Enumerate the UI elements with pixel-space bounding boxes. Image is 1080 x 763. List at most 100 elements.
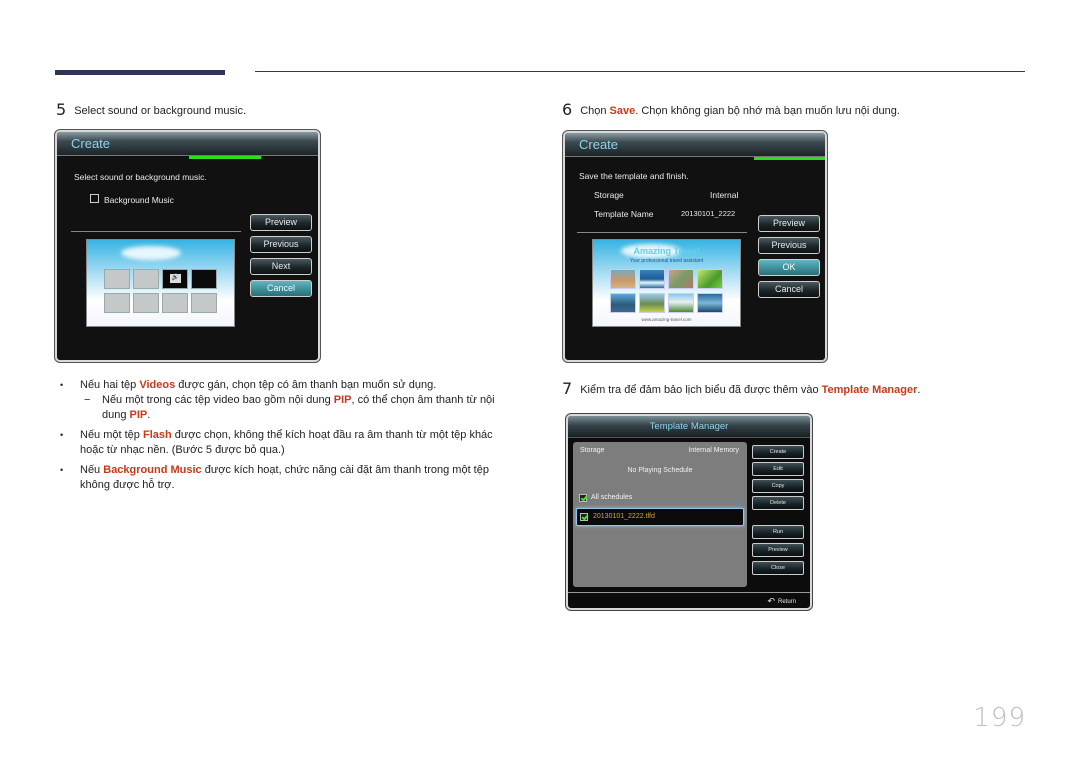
dialog-title: Create xyxy=(71,136,111,151)
cloud-decoration xyxy=(121,246,181,260)
footer-divider xyxy=(568,592,810,593)
notes-list: • Nếu hai tệp Videos được gán, chọn tệp … xyxy=(58,378,508,498)
sub-note: − Nếu một trong các tệp video bao gồm nộ… xyxy=(80,393,508,423)
note-highlight: PIP xyxy=(129,409,148,421)
content-tile xyxy=(104,293,130,313)
template-name-value[interactable]: 20130101_2222 xyxy=(681,209,735,218)
preview-subtitle: Your professional travel assistant xyxy=(629,258,704,264)
note-highlight: PIP xyxy=(333,394,352,406)
travel-photo xyxy=(697,293,723,313)
travel-photo xyxy=(639,269,665,289)
note-item: • Nếu một tệp Flash được chọn, không thể… xyxy=(58,428,508,458)
dialog-title: Create xyxy=(579,137,619,152)
content-tile xyxy=(191,293,217,313)
create-button[interactable]: Create xyxy=(752,445,804,459)
copy-button[interactable]: Copy xyxy=(752,479,804,493)
template-manager-dialog: Template Manager Storage Internal Memory… xyxy=(566,414,812,610)
delete-button[interactable]: Delete xyxy=(752,496,804,510)
preview-button[interactable]: Preview xyxy=(250,214,312,231)
highlight-save: Save xyxy=(609,105,636,117)
sound-icon: 🔊 xyxy=(170,274,181,283)
all-schedules-checkbox[interactable] xyxy=(579,494,587,502)
travel-photo xyxy=(610,293,636,313)
travel-photo xyxy=(668,269,694,289)
note-highlight: Videos xyxy=(139,379,176,391)
note-highlight: Flash xyxy=(142,429,172,441)
step-text: . xyxy=(917,384,921,396)
previous-button[interactable]: Previous xyxy=(250,236,312,253)
step-6: 6 Chọn Save. Chọn không gian bộ nhớ mà bạ… xyxy=(562,100,900,119)
step-7: 7 Kiểm tra để đảm bảo lịch biểu đã được t… xyxy=(562,379,920,398)
dash-icon: − xyxy=(84,394,91,406)
close-button[interactable]: Close xyxy=(752,561,804,575)
schedule-list-panel: Storage Internal Memory No Playing Sched… xyxy=(573,442,747,587)
content-tile xyxy=(133,269,159,289)
content-tile xyxy=(133,293,159,313)
highlight-template-manager: Template Manager xyxy=(821,384,918,396)
note-text: Nếu một tệp xyxy=(80,429,143,441)
create-dialog-save: Create Save the template and finish. Sto… xyxy=(563,131,827,362)
preview-url: www.amazing-travel.com xyxy=(641,317,692,322)
note-highlight: Background Music xyxy=(103,464,202,476)
dialog-title: Template Manager xyxy=(649,421,729,432)
step-text: Chọn xyxy=(580,105,610,117)
dialog-instruction: Select sound or background music. xyxy=(74,172,207,182)
bullet-icon: • xyxy=(60,430,64,440)
return-button[interactable]: ↶ Return xyxy=(767,596,796,607)
note-text: Nếu xyxy=(80,464,104,476)
step-text: Kiểm tra để đảm bảo lịch biểu đã được th… xyxy=(580,384,822,396)
dialog-header: Template Manager xyxy=(568,416,810,438)
step-text: . Chọn không gian bộ nhớ mà bạn muốn lưu… xyxy=(635,105,900,117)
content-tile xyxy=(191,269,217,289)
content-tile xyxy=(104,269,130,289)
ok-button[interactable]: OK xyxy=(758,259,820,276)
storage-value[interactable]: Internal xyxy=(710,190,738,200)
previous-button[interactable]: Previous xyxy=(758,237,820,254)
header-bar-thin xyxy=(255,71,1025,72)
storage-label: Storage xyxy=(580,447,605,454)
preview-button[interactable]: Preview xyxy=(758,215,820,232)
step-number: 6 xyxy=(562,100,573,119)
progress-indicator xyxy=(754,157,825,160)
note-text: . xyxy=(147,409,151,421)
run-button[interactable]: Run xyxy=(752,525,804,539)
travel-photo xyxy=(697,269,723,289)
note-item: • Nếu hai tệp Videos được gán, chọn tệp … xyxy=(58,378,508,423)
background-music-label: Background Music xyxy=(104,195,174,205)
template-preview-thumbnail: Amazing Travel Your professional travel … xyxy=(592,239,741,327)
step-number: 7 xyxy=(562,379,573,398)
travel-photo xyxy=(639,293,665,313)
schedule-item[interactable]: 20130101_2222.tlfd xyxy=(576,508,744,526)
step-5: 5 Select sound or background music. xyxy=(56,100,246,119)
cancel-button[interactable]: Cancel xyxy=(758,281,820,298)
storage-value[interactable]: Internal Memory xyxy=(688,447,739,454)
page-number: 199 xyxy=(973,703,1026,733)
create-dialog-sound: Create Select sound or background music.… xyxy=(55,130,320,362)
schedule-item-checkbox[interactable] xyxy=(580,513,588,521)
edit-button[interactable]: Edit xyxy=(752,462,804,476)
travel-photo xyxy=(668,293,694,313)
note-text: Nếu một trong các tệp video bao gồm nội … xyxy=(102,394,334,406)
header-bar-thick xyxy=(55,70,225,75)
template-name-label: Template Name xyxy=(594,209,654,219)
preview-button[interactable]: Preview xyxy=(752,543,804,557)
preview-title: Amazing Travel xyxy=(633,246,700,256)
content-tile xyxy=(162,293,188,313)
playing-status: No Playing Schedule xyxy=(627,467,693,474)
background-music-checkbox[interactable] xyxy=(90,194,99,203)
template-preview-thumbnail: 🔊 xyxy=(86,239,235,327)
dialog-divider xyxy=(577,232,747,233)
schedule-item-name: 20130101_2222.tlfd xyxy=(593,513,655,520)
bullet-icon: • xyxy=(60,465,64,475)
cancel-button[interactable]: Cancel xyxy=(250,280,312,297)
step-text: Select sound or background music. xyxy=(74,105,247,117)
note-text: Nếu hai tệp xyxy=(80,379,140,391)
dialog-header: Create xyxy=(57,132,318,156)
all-schedules-label: All schedules xyxy=(591,494,633,501)
storage-label: Storage xyxy=(594,190,624,200)
progress-indicator xyxy=(189,156,261,159)
content-tile-sound: 🔊 xyxy=(162,269,188,289)
dialog-instruction: Save the template and finish. xyxy=(579,171,689,181)
next-button[interactable]: Next xyxy=(250,258,312,275)
return-icon: ↶ xyxy=(767,596,775,606)
